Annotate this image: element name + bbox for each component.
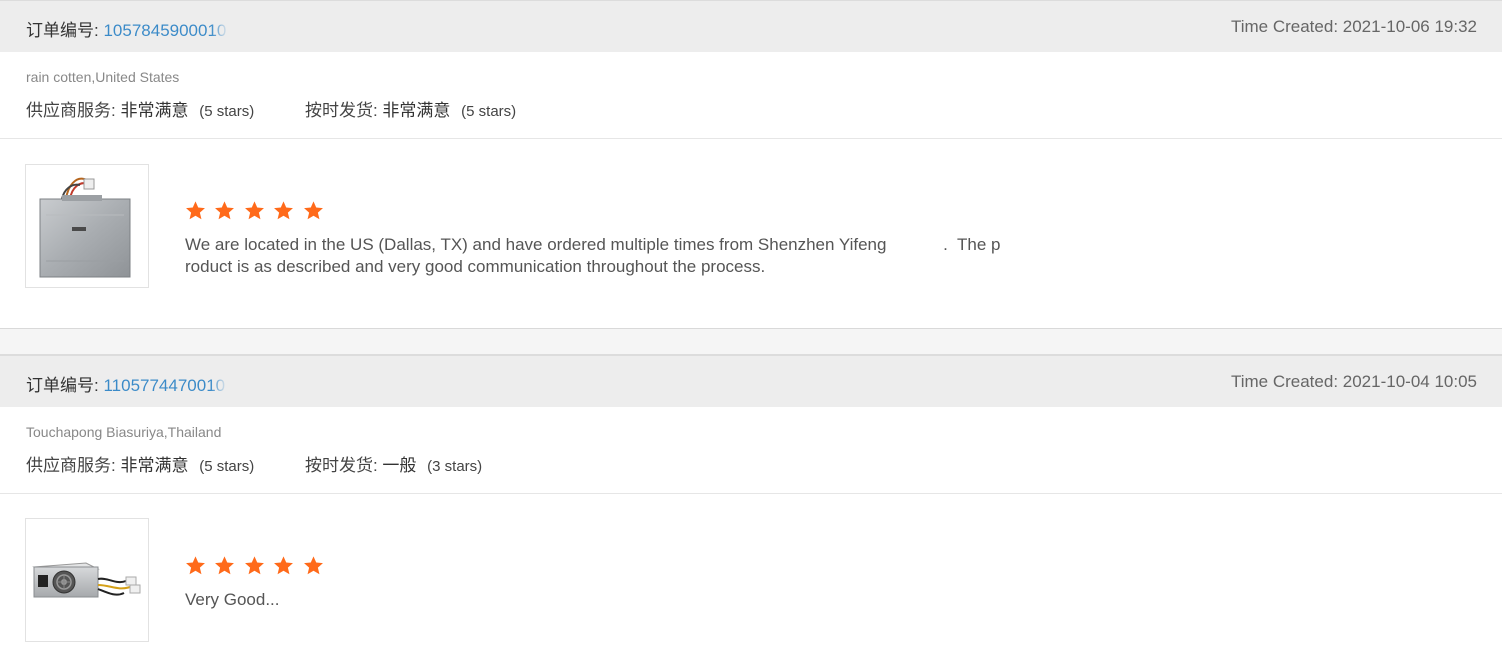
on-time-stars: (3 stars) [427,458,483,475]
order-number-link[interactable]: 1105774470010 [103,376,225,395]
order-header: 订单编号: 1057845900010 Time Created: 2021-1… [0,0,1502,52]
on-time-value: 一般 [382,456,417,475]
star-icon [273,555,294,576]
on-time-delivery-rating: 按时发货: 一般 (3 stars) [305,451,482,476]
supplier-service-rating: 供应商服务: 非常满意 (5 stars) [26,451,254,476]
divider [0,493,1502,494]
star-icon [303,200,324,221]
star-icon [214,555,235,576]
time-created: Time Created: 2021-10-06 19:32 [1230,17,1477,36]
buyer-name-country: rain cotten,United States [26,69,180,85]
star-icon [244,200,265,221]
order-number-link[interactable]: 1057845900010 [103,21,226,40]
heatsink-plate-image [39,177,131,278]
supplier-service-rating: 供应商服务: 非常满意 (5 stars) [26,96,254,121]
order-label: 订单编号: [26,376,99,395]
review-comment: Very Good... [185,589,1085,611]
supplier-service-stars: (5 stars) [199,103,255,120]
buyer-name-country: Touchapong Biasuriya,Thailand [26,424,222,440]
product-thumbnail[interactable] [25,164,149,288]
time-created: Time Created: 2021-10-04 10:05 [1230,372,1477,391]
supplier-service-value: 非常满意 [120,456,189,475]
order-label: 订单编号: [26,21,99,40]
product-thumbnail[interactable] [25,518,149,642]
power-supply-image [32,562,141,598]
on-time-stars: (5 stars) [461,103,517,120]
divider [0,138,1502,139]
review-comment: We are located in the US (Dallas, TX) an… [185,234,1085,278]
on-time-label: 按时发货: [304,101,378,120]
order-header: 订单编号: 1105774470010 Time Created: 2021-1… [0,355,1502,407]
comment-line: Very Good... [185,590,280,609]
order-id-line: 订单编号: 1057845900010 [26,16,226,41]
ratings-row: 供应商服务: 非常满意 (5 stars) 按时发货: 一般 (3 stars) [26,451,528,476]
star-icon [214,200,235,221]
star-icon [303,555,324,576]
comment-line: roduct is as described and very good com… [185,257,766,276]
star-icon [244,555,265,576]
supplier-service-stars: (5 stars) [199,458,255,475]
star-icon [185,555,206,576]
comment-line: We are located in the US (Dallas, TX) an… [185,235,1001,254]
order-id-line: 订单编号: 1105774470010 [26,371,225,396]
ratings-row: 供应商服务: 非常满意 (5 stars) 按时发货: 非常满意 (5 star… [26,96,562,121]
review-star-rating [185,555,328,579]
supplier-service-label: 供应商服务: [26,456,116,475]
supplier-service-value: 非常满意 [120,101,189,120]
on-time-value: 非常满意 [382,101,451,120]
on-time-delivery-rating: 按时发货: 非常满意 (5 stars) [305,96,516,121]
review-star-rating [185,200,328,224]
supplier-service-label: 供应商服务: [26,101,116,120]
review-card: 订单编号: 1105774470010 Time Created: 2021-1… [0,355,1502,669]
review-separator [0,329,1502,355]
star-icon [185,200,206,221]
on-time-label: 按时发货: [304,456,378,475]
star-icon [273,200,294,221]
review-card: 订单编号: 1057845900010 Time Created: 2021-1… [0,0,1502,329]
